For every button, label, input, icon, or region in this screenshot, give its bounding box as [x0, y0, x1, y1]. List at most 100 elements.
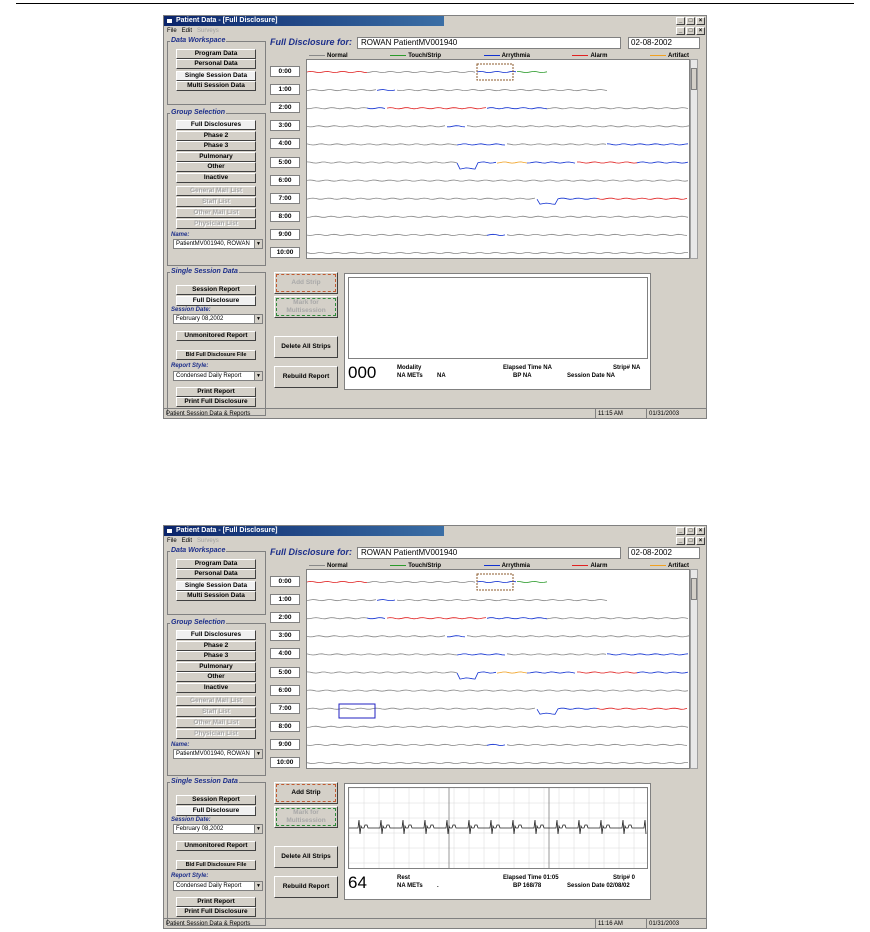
child-close-button[interactable]: ×	[696, 537, 705, 545]
group-button-3[interactable]: Pulmonary	[176, 151, 256, 162]
group-button-3[interactable]: Pulmonary	[176, 661, 256, 672]
full-disclosure-button[interactable]: Full Disclosure	[176, 296, 256, 306]
hour-button[interactable]: 3:00	[270, 630, 300, 642]
hour-button[interactable]: 3:00	[270, 120, 300, 132]
hour-button[interactable]: 1:00	[270, 84, 300, 96]
session-report-button[interactable]: Session Report	[176, 285, 256, 295]
hour-button[interactable]: 7:00	[270, 192, 300, 204]
dropdown-arrow-icon[interactable]: ▼	[254, 825, 262, 833]
workspace-button-2[interactable]: Single Session Data	[176, 581, 256, 591]
delete-all-strips-button[interactable]: Delete All Strips	[274, 336, 338, 358]
print-full-disclosure-button[interactable]: Print Full Disclosure	[176, 397, 256, 407]
full-disclosure-plot[interactable]	[306, 59, 690, 259]
minimize-button[interactable]: _	[676, 17, 685, 25]
hour-button[interactable]: 4:00	[270, 648, 300, 660]
hour-button[interactable]: 9:00	[270, 228, 300, 240]
workspace-button-3[interactable]: Multi Session Data	[176, 81, 256, 91]
hour-button[interactable]: 10:00	[270, 757, 300, 768]
group-button-5[interactable]: Inactive	[176, 172, 256, 183]
hour-button[interactable]: 9:00	[270, 738, 300, 750]
maximize-button[interactable]: □	[686, 527, 695, 535]
rebuild-report-button[interactable]: Rebuild Report	[274, 876, 338, 898]
print-report-button[interactable]: Print Report	[176, 387, 256, 397]
workspace-button-2[interactable]: Single Session Data	[176, 71, 256, 81]
report-style-select[interactable]: Condensed Daily Report ▼	[173, 371, 263, 381]
print-full-disclosure-button[interactable]: Print Full Disclosure	[176, 907, 256, 917]
hour-button[interactable]: 6:00	[270, 684, 300, 696]
scroll-thumb[interactable]	[691, 68, 697, 90]
menu-file[interactable]: File	[167, 537, 177, 546]
menu-edit[interactable]: Edit	[182, 27, 192, 36]
hour-button[interactable]: 4:00	[270, 138, 300, 150]
report-style-select[interactable]: Condensed Daily Report ▼	[173, 881, 263, 891]
unmonitored-report-button[interactable]: Unmonitored Report	[176, 331, 256, 341]
dropdown-arrow-icon[interactable]: ▼	[254, 372, 262, 380]
child-minimize-button[interactable]: _	[676, 537, 685, 545]
hour-button[interactable]: 8:00	[270, 720, 300, 732]
unmonitored-report-button[interactable]: Unmonitored Report	[176, 841, 256, 851]
session-date-select[interactable]: February 08,2002 ▼	[173, 824, 263, 834]
mark-multisession-button[interactable]: Mark for Multisession	[274, 806, 338, 828]
group-button-4[interactable]: Other	[176, 162, 256, 172]
close-button[interactable]: ×	[696, 17, 705, 25]
dropdown-arrow-icon[interactable]: ▼	[254, 882, 262, 890]
name-select[interactable]: PatientMV001940, ROWAN ▼	[173, 239, 263, 249]
build-full-disclosure-button[interactable]: Bld Full Disclosure File	[176, 860, 256, 870]
hour-button[interactable]: 7:00	[270, 702, 300, 714]
group-button-1[interactable]: Phase 2	[176, 130, 256, 141]
hour-button[interactable]: 1:00	[270, 594, 300, 606]
hour-button[interactable]: 2:00	[270, 102, 300, 114]
workspace-button-1[interactable]: Personal Data	[176, 59, 256, 69]
hour-button[interactable]: 0:00	[270, 66, 300, 77]
delete-all-strips-button[interactable]: Delete All Strips	[274, 846, 338, 868]
mark-multisession-button[interactable]: Mark for Multisession	[274, 296, 338, 318]
plot-scrollbar[interactable]	[690, 59, 698, 259]
title-bar[interactable]: Patient Data - [Full Disclosure]	[164, 16, 444, 26]
workspace-button-1[interactable]: Personal Data	[176, 569, 256, 579]
group-button-1[interactable]: Phase 2	[176, 640, 256, 651]
hour-button[interactable]: 5:00	[270, 666, 300, 678]
hour-button[interactable]: 8:00	[270, 210, 300, 222]
hour-button[interactable]: 5:00	[270, 156, 300, 168]
dropdown-arrow-icon[interactable]: ▼	[254, 240, 262, 248]
print-report-button[interactable]: Print Report	[176, 897, 256, 907]
maximize-button[interactable]: □	[686, 17, 695, 25]
full-disclosure-plot[interactable]	[306, 569, 690, 769]
group-button-0[interactable]: Full Disclosures	[176, 630, 256, 640]
workspace-button-3[interactable]: Multi Session Data	[176, 591, 256, 601]
workspace-button-0[interactable]: Program Data	[176, 559, 256, 569]
rebuild-report-button[interactable]: Rebuild Report	[274, 366, 338, 388]
disclosure-traces[interactable]	[306, 570, 690, 768]
minimize-button[interactable]: _	[676, 527, 685, 535]
disclosure-traces[interactable]	[306, 60, 690, 258]
group-button-2[interactable]: Phase 3	[176, 141, 256, 151]
add-strip-button[interactable]: Add Strip	[274, 272, 338, 294]
session-date-select[interactable]: February 08,2002 ▼	[173, 314, 263, 324]
child-restore-button[interactable]: □	[686, 537, 695, 545]
selection-box[interactable]	[338, 703, 376, 719]
plot-scrollbar[interactable]	[690, 569, 698, 769]
scroll-thumb[interactable]	[691, 578, 697, 600]
build-full-disclosure-button[interactable]: Bld Full Disclosure File	[176, 350, 256, 360]
group-button-0[interactable]: Full Disclosures	[176, 120, 256, 130]
title-bar[interactable]: Patient Data - [Full Disclosure]	[164, 526, 444, 536]
dropdown-arrow-icon[interactable]: ▼	[254, 315, 262, 323]
hour-button[interactable]: 2:00	[270, 612, 300, 624]
workspace-button-0[interactable]: Program Data	[176, 49, 256, 59]
dropdown-arrow-icon[interactable]: ▼	[254, 750, 262, 758]
group-button-4[interactable]: Other	[176, 672, 256, 682]
hour-button[interactable]: 6:00	[270, 174, 300, 186]
session-report-button[interactable]: Session Report	[176, 795, 256, 805]
menu-file[interactable]: File	[167, 27, 177, 36]
child-minimize-button[interactable]: _	[676, 27, 685, 35]
close-button[interactable]: ×	[696, 527, 705, 535]
child-close-button[interactable]: ×	[696, 27, 705, 35]
hour-button[interactable]: 0:00	[270, 576, 300, 587]
group-button-2[interactable]: Phase 3	[176, 651, 256, 661]
child-restore-button[interactable]: □	[686, 27, 695, 35]
add-strip-button[interactable]: Add Strip	[274, 782, 338, 804]
hour-button[interactable]: 10:00	[270, 247, 300, 258]
menu-edit[interactable]: Edit	[182, 537, 192, 546]
full-disclosure-button[interactable]: Full Disclosure	[176, 806, 256, 816]
group-button-5[interactable]: Inactive	[176, 682, 256, 693]
